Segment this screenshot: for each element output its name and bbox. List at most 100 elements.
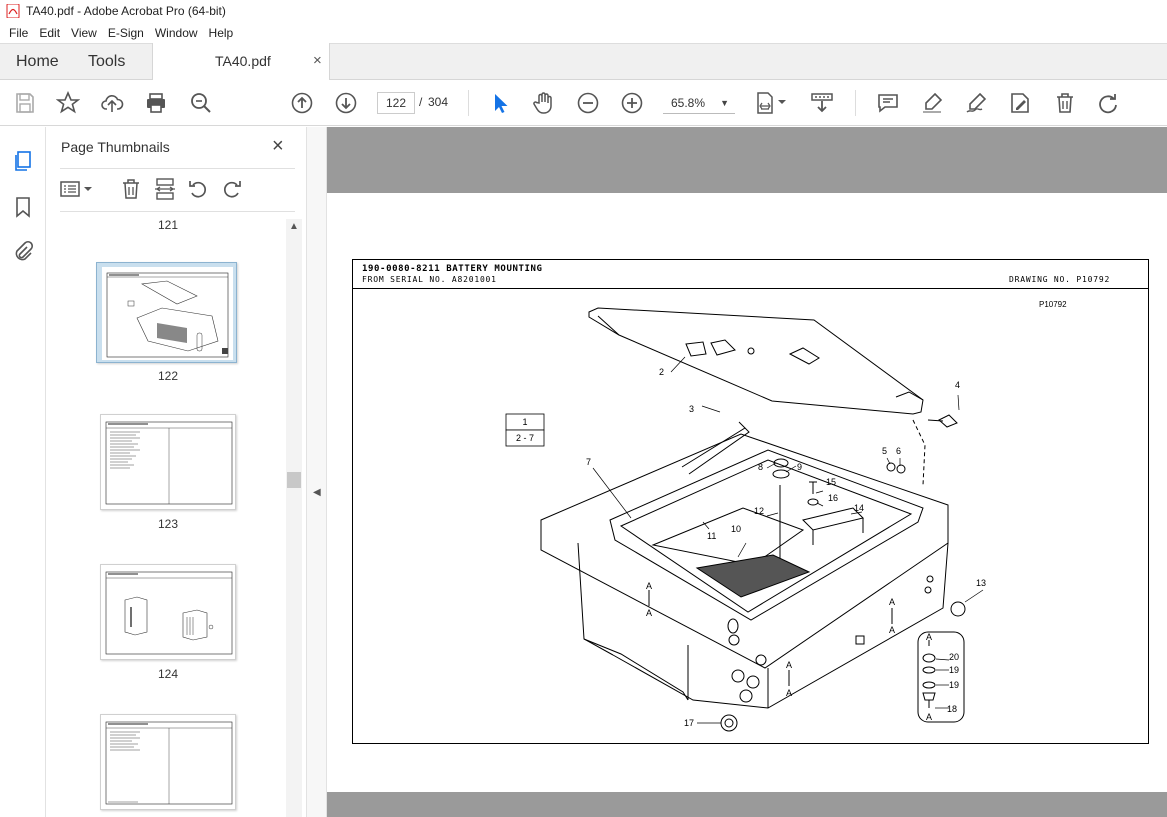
zoom-level-select[interactable]: 65.8% ▼ xyxy=(663,92,735,114)
thumbnail-page-125[interactable] xyxy=(100,714,236,810)
callout-12: 12 xyxy=(754,506,764,516)
drawing-frame: 190-0080-8211 BATTERY MOUNTING FROM SERI… xyxy=(352,259,1149,744)
sign-icon[interactable] xyxy=(964,91,988,115)
insert-page-icon[interactable] xyxy=(154,178,176,200)
thumbnail-page-122[interactable] xyxy=(96,262,237,363)
section-mark-a: A xyxy=(646,608,652,618)
callout-10: 10 xyxy=(731,524,741,534)
callout-17: 17 xyxy=(684,718,694,728)
zoom-out-icon[interactable] xyxy=(576,91,600,115)
table-row-1: 1 xyxy=(522,417,527,427)
highlight-icon[interactable] xyxy=(920,91,944,115)
attachment-icon[interactable] xyxy=(11,240,35,264)
menu-esign[interactable]: E-Sign xyxy=(103,26,149,40)
callout-3: 3 xyxy=(689,404,694,414)
menu-view[interactable]: View xyxy=(66,26,102,40)
print-icon[interactable] xyxy=(144,91,168,115)
collapse-panel-icon[interactable]: ◀ xyxy=(313,487,321,498)
page-thumbnails-panel: Page Thumbnails × 121 122 123 124 ▲ xyxy=(46,127,306,817)
panel-divider xyxy=(60,168,295,169)
zoom-search-icon[interactable] xyxy=(189,91,213,115)
callout-13: 13 xyxy=(976,578,986,588)
callout-5: 5 xyxy=(882,446,887,456)
tab-tools[interactable]: Tools xyxy=(88,53,125,71)
section-mark-a: A xyxy=(926,712,932,722)
page-number-input[interactable]: 122 xyxy=(377,92,415,114)
callout-4: 4 xyxy=(955,380,960,390)
menu-help[interactable]: Help xyxy=(204,26,239,40)
thumbnail-label-121: 121 xyxy=(157,218,179,232)
scrollbar-thumb[interactable] xyxy=(287,472,301,488)
toolbar-divider xyxy=(468,90,469,116)
page-up-icon[interactable] xyxy=(290,91,314,115)
page-separator: / xyxy=(419,95,423,109)
panel-close-button[interactable]: × xyxy=(272,135,284,158)
delete-icon[interactable] xyxy=(1053,91,1077,115)
page-down-icon[interactable] xyxy=(334,91,358,115)
callout-18: 18 xyxy=(947,704,957,714)
callout-9: 9 xyxy=(797,462,802,472)
menu-window[interactable]: Window xyxy=(150,26,203,40)
callout-2: 2 xyxy=(659,367,664,377)
main-toolbar: 122 / 304 65.8% ▼ xyxy=(0,80,1167,126)
chevron-down-icon: ▼ xyxy=(720,98,729,108)
table-row-2: 2 - 7 xyxy=(516,433,534,443)
comment-icon[interactable] xyxy=(876,91,900,115)
section-mark-a: A xyxy=(646,581,652,591)
thumbnail-page-123[interactable] xyxy=(100,414,236,510)
title-bar: TA40.pdf - Adobe Acrobat Pro (64-bit) xyxy=(0,0,1167,22)
tab-close-button[interactable]: × xyxy=(313,52,322,69)
callout-8: 8 xyxy=(758,462,763,472)
star-icon[interactable] xyxy=(56,91,80,115)
thumbnail-page-124[interactable] xyxy=(100,564,236,660)
callout-19: 19 xyxy=(949,665,959,675)
callout-20: 20 xyxy=(949,652,959,662)
redo-icon[interactable] xyxy=(1096,91,1120,115)
chevron-up-icon[interactable]: ▲ xyxy=(289,221,299,232)
section-mark-a: A xyxy=(786,660,792,670)
hand-icon[interactable] xyxy=(531,91,555,115)
menu-edit[interactable]: Edit xyxy=(34,26,65,40)
zoom-in-icon[interactable] xyxy=(620,91,644,115)
callout-6: 6 xyxy=(896,446,901,456)
options-menu-icon[interactable] xyxy=(60,178,94,200)
delete-page-icon[interactable] xyxy=(120,178,142,200)
callout-7: 7 xyxy=(586,457,591,467)
callout-14: 14 xyxy=(854,503,864,513)
select-cursor-icon[interactable] xyxy=(488,91,512,115)
panel-splitter[interactable]: ◀ xyxy=(306,127,327,817)
zoom-level-value: 65.8% xyxy=(671,96,706,110)
rotate-right-icon[interactable] xyxy=(221,178,243,200)
navigation-rail xyxy=(0,127,46,817)
scroll-mode-icon[interactable] xyxy=(810,91,834,115)
panel-divider xyxy=(60,211,295,212)
window-title: TA40.pdf - Adobe Acrobat Pro (64-bit) xyxy=(26,4,226,18)
section-mark-a: A xyxy=(889,597,895,607)
acrobat-window: TA40.pdf - Adobe Acrobat Pro (64-bit) Fi… xyxy=(0,0,1167,817)
callout-15: 15 xyxy=(826,477,836,487)
rotate-left-icon[interactable] xyxy=(187,178,209,200)
tab-bar: Home Tools TA40.pdf × xyxy=(0,43,1167,81)
page-total: 304 xyxy=(428,95,449,109)
acrobat-app-icon xyxy=(6,4,20,18)
section-mark-a: A xyxy=(786,688,792,698)
save-icon[interactable] xyxy=(13,91,37,115)
tab-home[interactable]: Home xyxy=(16,53,59,71)
fit-page-icon[interactable] xyxy=(754,91,788,115)
section-mark-a: A xyxy=(889,625,895,635)
menu-file[interactable]: File xyxy=(4,26,33,40)
callout-16: 16 xyxy=(828,493,838,503)
tab-document[interactable]: TA40.pdf × xyxy=(152,43,330,81)
callout-19b: 19 xyxy=(949,680,959,690)
panel-title: Page Thumbnails xyxy=(61,139,170,155)
thumbnail-label-124: 124 xyxy=(157,667,179,681)
page-thumbnails-icon[interactable] xyxy=(11,149,35,173)
thumbnail-label-123: 123 xyxy=(157,517,179,531)
upload-icon[interactable] xyxy=(100,91,124,115)
thumbnail-scrollbar[interactable]: ▲ xyxy=(286,219,302,817)
tab-document-label: TA40.pdf xyxy=(215,53,271,69)
edit-icon[interactable] xyxy=(1008,91,1032,115)
pdf-page: 190-0080-8211 BATTERY MOUNTING FROM SERI… xyxy=(327,193,1167,792)
bookmark-icon[interactable] xyxy=(11,195,35,219)
document-view: 190-0080-8211 BATTERY MOUNTING FROM SERI… xyxy=(327,127,1167,817)
